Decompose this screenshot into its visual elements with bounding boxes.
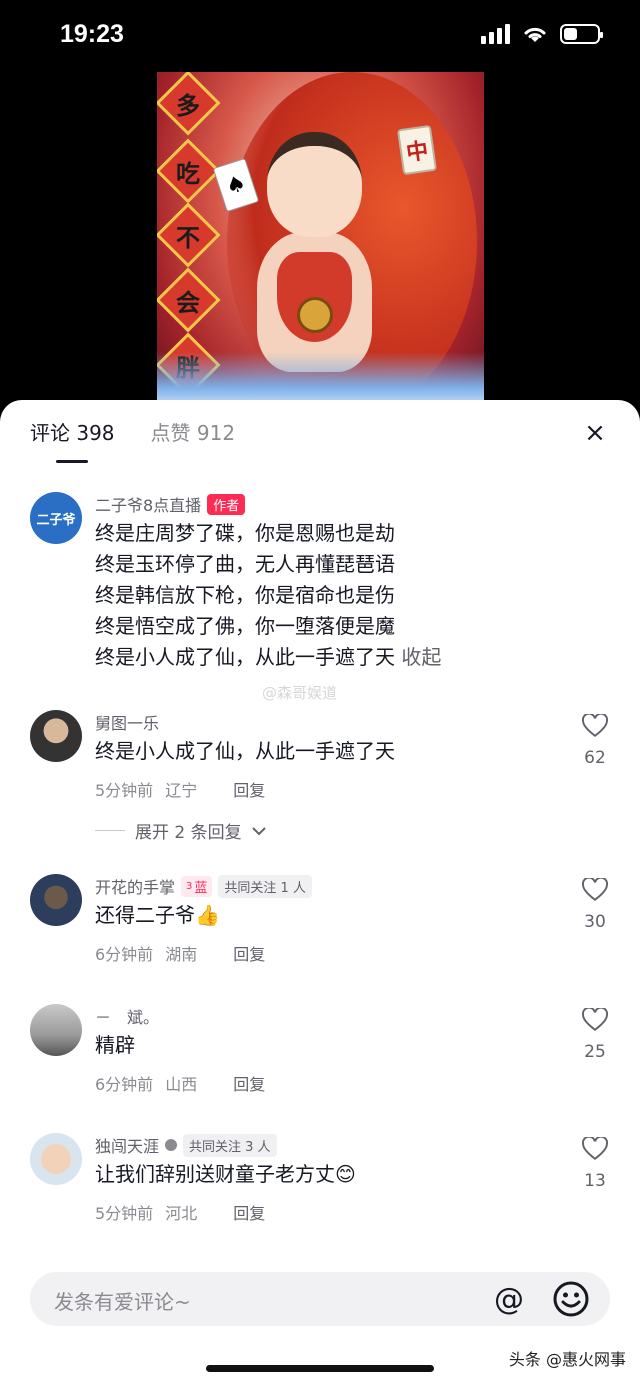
badge-level: 3 — [186, 880, 193, 892]
avatar[interactable] — [30, 710, 82, 762]
comment-input[interactable]: 发条有爱评论~ @ — [30, 1272, 610, 1326]
status-bar: 19:23 — [0, 0, 640, 72]
chevron-down-icon — [251, 826, 266, 835]
comment-region: 山西 — [165, 1075, 198, 1094]
banner-char: 吃 — [176, 158, 200, 188]
comment-time: 5分钟前 — [95, 781, 154, 800]
source-watermark: 头条 @惠火网事 — [508, 1350, 626, 1369]
like-count: 25 — [584, 1042, 606, 1062]
mutual-follow-badge: 共同关注 3 人 — [183, 1133, 277, 1157]
heart-icon — [581, 712, 609, 737]
status-time: 19:23 — [60, 20, 124, 48]
comment-item[interactable]: 独闯天涯 共同关注 3 人 让我们辞别送财童子老方丈😊 5分钟前 河北 回复 1… — [30, 1133, 610, 1233]
tab-comments[interactable]: 评论 398 — [30, 418, 115, 448]
comment-region: 辽宁 — [165, 781, 198, 800]
tab-likes[interactable]: 点赞 912 — [151, 418, 236, 448]
like-button[interactable]: 62 — [580, 712, 610, 768]
commenter-name[interactable]: 开花的手掌 — [95, 874, 175, 898]
comment-tabs: 评论 398 点赞 912 — [30, 418, 235, 448]
home-indicator[interactable] — [206, 1365, 434, 1372]
like-count: 62 — [584, 748, 606, 768]
reply-button[interactable]: 回复 — [233, 941, 265, 965]
reply-button[interactable]: 回复 — [233, 1071, 265, 1095]
comment-text: 终是庄周梦了碟，你是恩赐也是劫 终是玉环停了曲，无人再懂琵琶语 终是韩信放下枪，… — [95, 518, 610, 673]
reply-button[interactable]: 回复 — [233, 777, 265, 801]
collapse-link[interactable]: 收起 — [401, 645, 441, 669]
comment-time: 6分钟前 — [95, 1075, 154, 1094]
video-player[interactable]: 多 吃 不 会 胖 中 ♠ — [0, 72, 640, 412]
comment-line: 终是庄周梦了碟，你是恩赐也是劫 — [95, 521, 395, 545]
comment-time: 5分钟前 — [95, 1204, 154, 1223]
close-button[interactable]: × — [580, 418, 610, 448]
comment-line: 终是玉环停了曲，无人再懂琵琶语 — [95, 552, 395, 576]
comment-region: 河北 — [165, 1204, 198, 1223]
reply-button[interactable]: 回复 — [233, 1200, 265, 1224]
heart-icon — [581, 1135, 609, 1160]
status-icons — [481, 24, 603, 44]
comment-line: 终是韩信放下枪，你是宿命也是伤 — [95, 583, 395, 607]
comment-region: 湖南 — [165, 945, 198, 964]
wifi-icon — [524, 27, 546, 42]
mention-icon[interactable]: @ — [490, 1280, 528, 1318]
like-button[interactable]: 25 — [580, 1006, 610, 1062]
avatar-text: 二子爷 — [36, 512, 76, 528]
comment-text: 终是小人成了仙，从此一手遮了天 — [95, 739, 395, 763]
like-count: 13 — [584, 1171, 606, 1191]
comment-text: 精辟 — [95, 1033, 135, 1057]
comment-time: 6分钟前 — [95, 945, 154, 964]
banner-char: 会 — [176, 287, 200, 317]
mahjong-tile: 中 — [396, 124, 438, 176]
banner-char: 不 — [176, 222, 200, 252]
comment-item[interactable]: 开花的手掌 3蓝 共同关注 1 人 还得二子爷👍 6分钟前 湖南 回复 30 — [30, 874, 610, 974]
avatar[interactable] — [30, 1004, 82, 1056]
commenter-name[interactable]: － 斌。 — [95, 1004, 159, 1028]
active-tab-indicator — [56, 460, 88, 463]
avatar[interactable] — [30, 874, 82, 926]
divider — [95, 830, 125, 831]
status-dot — [165, 1139, 178, 1151]
expand-replies-label: 展开 2 条回复 — [135, 823, 242, 843]
comments-sheet: 评论 398 点赞 912 × 二子爷 二子爷8点直播 作者 终是庄周梦了碟，你… — [0, 400, 640, 1385]
heart-icon — [581, 1006, 609, 1031]
comment-text: 让我们辞别送财童子老方丈😊 — [95, 1162, 356, 1186]
heart-icon — [581, 876, 609, 901]
comment-item[interactable]: 舅图一乐 终是小人成了仙，从此一手遮了天 5分钟前 辽宁 回复 62 — [30, 710, 610, 810]
commenter-name[interactable]: 舅图一乐 — [95, 710, 159, 734]
commenter-name[interactable]: 二子爷8点直播 — [95, 492, 201, 516]
like-count: 30 — [584, 912, 606, 932]
commenter-name[interactable]: 独闯天涯 — [95, 1133, 159, 1157]
child-illustration — [242, 112, 392, 382]
weibo-watermark: @森哥娱道 — [262, 684, 338, 702]
cellular-signal-icon — [481, 24, 510, 44]
video-poster-image: 多 吃 不 会 胖 中 ♠ — [157, 72, 484, 412]
comment-input-placeholder: 发条有爱评论~ — [54, 1290, 191, 1314]
expand-replies[interactable]: 展开 2 条回复 — [95, 818, 266, 843]
mutual-follow-badge: 共同关注 1 人 — [218, 874, 312, 898]
emoji-icon[interactable] — [552, 1280, 590, 1318]
comment-item[interactable]: － 斌。 精辟 6分钟前 山西 回复 25 — [30, 1004, 610, 1104]
like-button[interactable]: 30 — [580, 876, 610, 932]
author-badge: 作者 — [207, 493, 246, 515]
comment-text: 还得二子爷👍 — [95, 903, 220, 927]
fan-badge: 3蓝 — [181, 875, 213, 897]
comment-line: 终是小人成了仙，从此一手遮了天 — [95, 645, 395, 669]
banner-char: 多 — [176, 90, 200, 120]
battery-icon — [560, 24, 603, 44]
like-button[interactable]: 13 — [580, 1135, 610, 1191]
comment-item[interactable]: 二子爷 二子爷8点直播 作者 终是庄周梦了碟，你是恩赐也是劫 终是玉环停了曲，无… — [30, 492, 610, 692]
avatar[interactable]: 二子爷 — [30, 492, 82, 544]
avatar[interactable] — [30, 1133, 82, 1185]
comment-line: 终是悟空成了佛，你一堕落便是魔 — [95, 614, 395, 638]
badge-label: 蓝 — [194, 880, 208, 896]
